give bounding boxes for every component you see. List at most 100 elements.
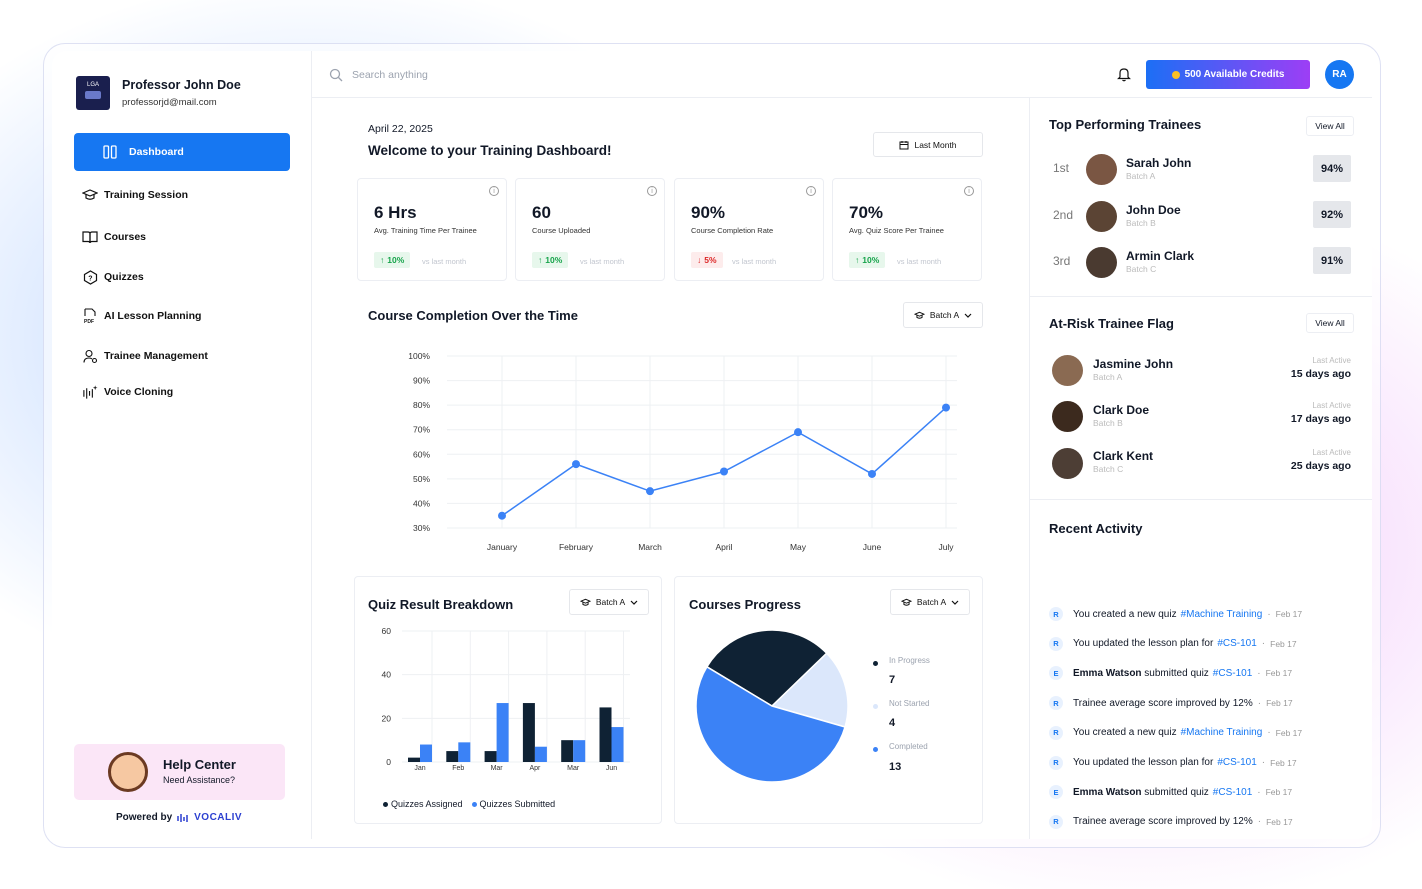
search-input[interactable]: Search anything [329,68,428,82]
bar-submitted[interactable] [611,727,624,762]
question-icon: ? [82,269,98,285]
y-tick-label: 0 [386,757,391,767]
activity-badge: E [1049,785,1063,800]
kpi-card-completion-rate: i 90% Course Completion Rate ↓ 5% vs last… [674,178,824,281]
activity-item[interactable]: E Emma Watson submitted quiz #CS-101 · Feb 1… [1049,784,1292,800]
graduation-cap-icon [900,598,912,606]
activity-item[interactable]: R You created a new quiz #Machine Training… [1049,725,1302,741]
bell-icon[interactable] [1117,66,1131,87]
user-avatar[interactable]: RA [1325,60,1354,89]
kpi-compare: vs last month [897,257,942,266]
y-tick-label: 50% [413,474,430,484]
activity-tag[interactable]: #Machine Training [1181,727,1263,738]
activity-item[interactable]: R Trainee average score improved by 12% · F… [1049,695,1293,711]
bar-submitted[interactable] [496,703,509,762]
bar-assigned[interactable] [522,703,535,762]
info-icon[interactable]: i [647,186,657,196]
nav-item-courses[interactable]: Courses [74,218,290,256]
user-settings-icon [82,348,98,364]
activity-date: Feb 17 [1265,668,1293,679]
avatar [1052,355,1083,386]
kpi-label: Avg. Training Time Per Trainee [374,226,477,235]
top-trainees-view-all-button[interactable]: View All [1306,116,1354,136]
activity-item[interactable]: R Trainee average score improved by 12% · F… [1049,814,1293,830]
x-tick-label: April [715,542,732,552]
data-point[interactable] [868,469,876,478]
x-tick-label: July [938,542,954,552]
bar-assigned[interactable] [599,707,612,762]
bar-submitted[interactable] [458,742,471,762]
kpi-compare: vs last month [580,257,625,266]
kpi-change-value: 10% [862,255,880,265]
bar-submitted[interactable] [534,746,547,762]
nav-label: Voice Cloning [104,386,174,398]
activity-item[interactable]: R You updated the lesson plan for #CS-101 ·… [1049,636,1297,652]
profile-email: professorjd@mail.com [122,97,217,108]
divider [1030,296,1372,297]
help-center-card[interactable]: Help Center Need Assistance? [74,744,285,800]
svg-text:PDF: PDF [84,319,94,324]
bar-assigned[interactable] [408,757,420,762]
legend-label: Quizzes Submitted [479,799,556,809]
kpi-value: 60 [532,203,551,222]
bar-submitted[interactable] [420,744,432,762]
nav-item-voice-cloning[interactable]: Voice Cloning [74,373,290,411]
activity-item[interactable]: R You created a new quiz #Machine Training… [1049,606,1302,622]
legend-item-submitted: Quizzes Submitted [471,799,556,809]
nav-item-ai-lesson-planning[interactable]: PDF AI Lesson Planning [74,297,290,335]
bar-assigned[interactable] [561,740,574,762]
activity-date: Feb 17 [1275,609,1303,619]
activity-item[interactable]: R You updated the lesson plan for #CS-101 ·… [1049,755,1297,771]
kpi-change-badge: ↓ 5% [691,252,723,268]
data-point[interactable] [572,460,580,469]
current-date: April 22, 2025 [368,123,433,135]
nav-item-quizzes[interactable]: ? Quizzes [74,258,290,296]
activity-item[interactable]: E Emma Watson submitted quiz #CS-101 · Feb 1… [1049,665,1292,681]
period-filter-button[interactable]: Last Month [873,132,983,157]
bar-assigned[interactable] [484,751,497,762]
activity-tag[interactable]: #Machine Training [1181,609,1263,620]
credits-button[interactable]: 500 Available Credits [1146,60,1310,89]
kpi-value: 6 Hrs [374,203,417,222]
graduation-cap-icon [579,598,591,606]
activity-tag[interactable]: #CS-101 [1217,757,1256,768]
separator-dot: · [1261,757,1266,768]
nav-item-dashboard[interactable]: Dashboard [74,133,290,171]
sidebar: LGA Professor John Doe professorjd@mail.… [52,51,312,839]
info-icon[interactable]: i [489,186,499,196]
progress-batch-dropdown[interactable]: Batch A [890,589,970,615]
chevron-down-icon [964,313,972,318]
activity-tag[interactable]: #CS-101 [1213,787,1252,798]
trainee-batch: Batch B [1126,218,1156,228]
data-point[interactable] [498,511,506,520]
waveform-icon [82,384,98,400]
x-tick-label: January [487,542,518,552]
legend-item-assigned: Quizzes Assigned [383,799,463,809]
data-point[interactable] [942,403,950,412]
nav-item-trainee-management[interactable]: Trainee Management [74,337,290,375]
legend-value: 13 [889,761,902,773]
avatar [1086,247,1117,278]
activity-tag[interactable]: #CS-101 [1217,638,1256,649]
bar-assigned[interactable] [446,751,459,762]
x-tick-label: Feb [452,765,464,772]
data-point[interactable] [646,487,654,496]
at-risk-view-all-button[interactable]: View All [1306,313,1354,333]
activity-text: You updated the lesson plan for [1073,638,1214,650]
data-point[interactable] [720,467,728,476]
kpi-value: 90% [691,203,726,222]
completion-batch-dropdown[interactable]: Batch A [903,302,983,328]
info-icon[interactable]: i [964,186,974,196]
quiz-batch-dropdown[interactable]: Batch A [569,589,649,615]
info-icon[interactable]: i [806,186,816,196]
bar-submitted[interactable] [573,740,586,762]
activity-badge: R [1049,814,1063,829]
kpi-change-value: 5% [704,255,717,265]
activity-date: Feb 17 [1266,816,1293,827]
kpi-change-value: 10% [545,255,563,265]
nav-item-training-session[interactable]: Training Session [74,176,290,214]
progress-card: Courses Progress Batch A In Progress 7 N… [674,576,983,824]
data-point[interactable] [794,428,802,437]
activity-tag[interactable]: #CS-101 [1213,668,1252,679]
activity-text: You created a new quiz [1073,727,1177,739]
